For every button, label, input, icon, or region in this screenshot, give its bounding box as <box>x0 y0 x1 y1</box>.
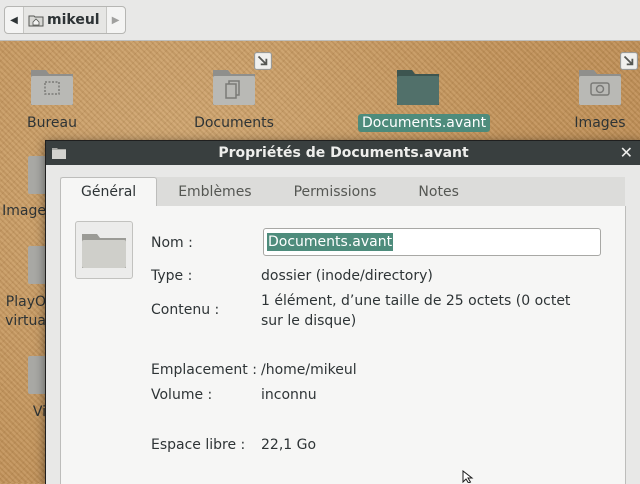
tab-general[interactable]: Général <box>60 177 158 206</box>
type-label: Type : <box>151 268 193 284</box>
name-field[interactable]: Documents.avant <box>263 228 601 256</box>
path-crumb-home[interactable]: mikeul <box>24 7 106 33</box>
top-bar: ◀ mikeul ▶ <box>0 0 640 41</box>
tab-bar: Général Emblèmes Permissions Notes <box>60 177 480 207</box>
type-value: dossier (inode/directory) <box>261 268 433 284</box>
path-bar: ◀ mikeul ▶ <box>4 6 126 34</box>
desktop-icon-label: Bureau <box>27 115 77 131</box>
properties-dialog: Propriétés de Documents.avant ✕ Général … <box>45 140 640 484</box>
desktop-partial-label: virtua <box>5 313 46 329</box>
free-space-label: Espace libre : <box>151 437 246 453</box>
desktop-partial-label: Image <box>2 203 46 219</box>
desktop-icon-documents-avant[interactable]: Documents.avant <box>358 64 491 132</box>
desktop-icon-label: Documents.avant <box>358 114 491 132</box>
folder-documents-icon <box>210 52 272 108</box>
desktop-icon-label: Documents <box>194 115 274 131</box>
name-field-value: Documents.avant <box>267 233 394 251</box>
desktop-icon-documents[interactable]: Documents <box>184 52 284 132</box>
folder-icon-button[interactable] <box>75 221 133 279</box>
tab-permissions[interactable]: Permissions <box>273 177 398 207</box>
symlink-emblem-icon <box>254 52 272 70</box>
path-back-arrow-icon[interactable]: ◀ <box>5 7 24 33</box>
desktop-partial-label: Vi <box>32 404 46 420</box>
location-value: /home/mikeul <box>261 362 357 378</box>
desktop-partial-folder-icon[interactable] <box>28 156 46 194</box>
name-label: Nom : <box>151 235 193 251</box>
desktop-icon-bureau[interactable]: Bureau <box>2 64 102 132</box>
desktop-partial-folder-icon[interactable] <box>28 246 46 284</box>
path-crumb-label: mikeul <box>47 12 100 28</box>
volume-value: inconnu <box>261 387 317 403</box>
folder-icon <box>82 234 126 268</box>
tab-emblems[interactable]: Emblèmes <box>157 177 272 207</box>
close-icon[interactable]: ✕ <box>620 143 633 162</box>
folder-desktop-icon <box>28 64 76 108</box>
volume-label: Volume : <box>151 387 213 403</box>
home-folder-icon <box>28 15 44 27</box>
desktop-partial-label: PlayO <box>5 294 46 310</box>
desktop-icon-images[interactable]: Images <box>550 52 640 132</box>
mouse-pointer-icon <box>462 470 474 483</box>
dialog-titlebar[interactable]: Propriétés de Documents.avant ✕ <box>46 141 640 165</box>
tab-notes[interactable]: Notes <box>397 177 479 207</box>
symlink-emblem-icon <box>620 52 638 70</box>
dialog-title: Propriétés de Documents.avant <box>218 145 469 161</box>
location-label: Emplacement : <box>151 362 257 378</box>
contents-value: 1 élément, d’une taille de 25 octets (0 … <box>261 293 571 329</box>
general-panel: Nom : Documents.avant Type : dossier (in… <box>60 206 626 484</box>
path-forward-arrow-icon[interactable]: ▶ <box>105 7 125 33</box>
contents-label: Contenu : <box>151 302 220 318</box>
free-space-value: 22,1 Go <box>261 437 317 453</box>
desktop-icon-label: Images <box>574 115 626 131</box>
folder-icon <box>394 64 442 108</box>
folder-pictures-icon <box>576 52 638 108</box>
desktop-partial-folder-icon[interactable] <box>28 356 46 394</box>
